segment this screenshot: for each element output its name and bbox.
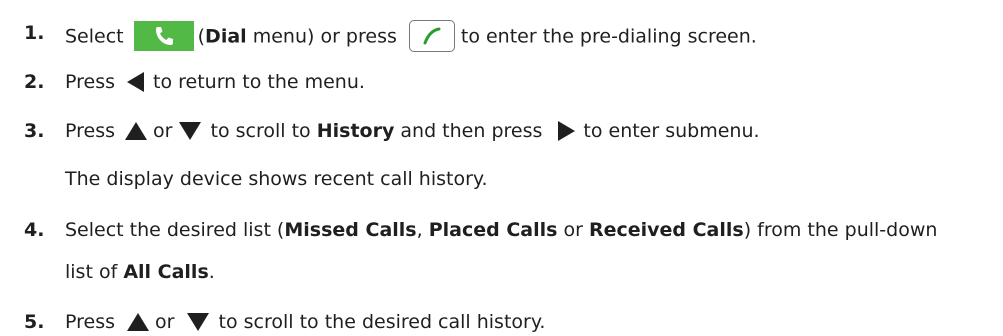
step-2-text: Press to return to the menu. <box>65 70 365 94</box>
left-arrow-icon <box>127 71 145 92</box>
step-4-text: Select the desired list (Missed Calls, P… <box>65 218 937 242</box>
step-4-list-of: list of <box>65 261 124 283</box>
missed-calls-label: Missed Calls <box>284 219 417 241</box>
step-4-sep2: or <box>557 219 589 241</box>
placed-calls-label: Placed Calls <box>428 219 558 241</box>
offhook-key-icon <box>408 20 455 52</box>
step-2-rest: to return to the menu. <box>153 71 365 93</box>
step-1-text: Select (Dial menu) or press to enter the p… <box>65 20 757 52</box>
step-3-number: 3. <box>24 120 45 142</box>
step-4-text-cont: list of All Calls. <box>65 260 215 284</box>
step-3-then-press: and then press <box>394 120 543 142</box>
step-2-number: 2. <box>24 71 45 93</box>
step-5-number: 5. <box>24 311 45 333</box>
step-1-number: 1. <box>24 22 45 44</box>
all-calls-label: All Calls <box>123 261 209 283</box>
step-3-press: Press <box>65 120 116 142</box>
step-5-text: Press or to scroll to the desired call h… <box>65 310 545 334</box>
received-calls-label: Received Calls <box>588 219 744 241</box>
step-3-text: Press or to scroll to History and then p… <box>65 119 760 143</box>
down-arrow-icon <box>178 121 201 140</box>
step-5-rest: to scroll to the desired call history. <box>218 311 546 333</box>
step-4-rest: ) from the pull-down <box>743 219 938 241</box>
step-4-number: 4. <box>24 219 45 241</box>
history-label: History <box>316 120 395 142</box>
step-1-rest: to enter the pre-dialing screen. <box>460 25 757 48</box>
phone-handset-icon <box>133 21 194 51</box>
step-1-or-press: menu) or press <box>246 25 397 48</box>
step-1-select: Select <box>65 25 124 48</box>
down-arrow-icon <box>186 312 209 331</box>
step-3-note: The display device shows recent call his… <box>65 168 488 190</box>
right-arrow-icon <box>558 120 576 141</box>
step-1-paren: ( <box>197 25 206 48</box>
step-3-or: or <box>147 120 179 142</box>
up-arrow-icon <box>125 121 148 140</box>
dial-menu-label: Dial <box>205 25 247 48</box>
step-5-or: or <box>149 311 181 333</box>
step-2-press: Press <box>65 71 116 93</box>
up-arrow-icon <box>127 312 150 331</box>
step-5-press: Press <box>65 311 116 333</box>
step-4-period: . <box>208 261 215 283</box>
step-4-select: Select the desired list ( <box>65 219 285 241</box>
step-3-rest: to enter submenu. <box>583 120 760 142</box>
step-3-scroll: to scroll to <box>210 120 317 142</box>
step-4-sep1: , <box>416 219 429 241</box>
